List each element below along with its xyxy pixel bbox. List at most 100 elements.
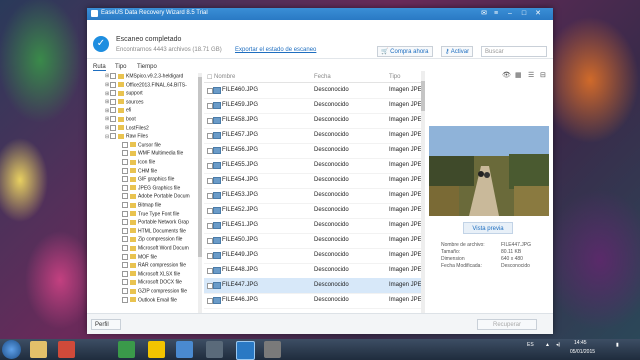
show-desktop-button[interactable]: ▮ xyxy=(616,342,619,348)
file-row[interactable]: FILE449.JPG Desconocido Imagen JPE xyxy=(204,248,424,264)
tab-tiempo[interactable]: Tiempo xyxy=(137,64,157,70)
language-indicator[interactable]: ES xyxy=(527,342,534,348)
tree-checkbox[interactable] xyxy=(110,73,116,79)
tree-item[interactable]: Icon file xyxy=(117,159,155,167)
file-row[interactable]: FILE457.JPG Desconocido Imagen JPE xyxy=(204,128,424,144)
tree-item[interactable]: Cursor file xyxy=(117,141,161,150)
tree-checkbox[interactable] xyxy=(110,116,116,122)
minimize-button[interactable]: – xyxy=(505,9,515,18)
file-row[interactable]: FILE455.JPG Desconocido Imagen JPE xyxy=(204,158,424,174)
tree-item[interactable]: RAR compression file xyxy=(117,262,186,270)
file-row[interactable]: FILE459.JPG Desconocido Imagen JPE xyxy=(204,98,424,114)
select-all-checkbox[interactable]: ☐ xyxy=(207,74,212,81)
file-row[interactable]: FILE453.JPG Desconocido Imagen JPE xyxy=(204,188,424,204)
maximize-button[interactable]: □ xyxy=(519,9,529,18)
chrome-taskbar-icon[interactable] xyxy=(118,341,135,358)
menu-icon[interactable]: ≡ xyxy=(491,9,501,18)
file-row[interactable]: FILE456.JPG Desconocido Imagen JPE xyxy=(204,143,424,159)
tree-item[interactable]: ⊞ LostFiles2 xyxy=(105,124,149,133)
file-row[interactable]: FILE460.JPG Desconocido Imagen JPE xyxy=(204,83,424,99)
tree-checkbox[interactable] xyxy=(122,288,128,294)
tree-checkbox[interactable] xyxy=(110,133,116,140)
eye-icon[interactable]: 👁 xyxy=(502,71,511,79)
tree-item[interactable]: True Type Font file xyxy=(117,210,179,219)
buy-now-button[interactable]: 🛒 Compra ahora xyxy=(377,46,433,57)
file-row[interactable]: FILE458.JPG Desconocido Imagen JPE xyxy=(204,113,424,129)
tree-item[interactable]: WMF Multimedia file xyxy=(117,150,183,158)
tree-checkbox[interactable] xyxy=(122,202,128,208)
tree-scrollbar-thumb[interactable] xyxy=(198,77,202,257)
tree-item[interactable]: Portable Network Grap xyxy=(117,219,189,227)
tree-checkbox[interactable] xyxy=(110,124,116,131)
tab-ruta[interactable]: Ruta xyxy=(93,64,106,71)
tree-item[interactable]: ⊞ efi xyxy=(105,107,131,115)
tab-tipo[interactable]: Tipo xyxy=(115,64,126,70)
volume-icon[interactable]: ◂) xyxy=(556,342,560,348)
tree-item[interactable]: Adobe Portable Docum xyxy=(117,193,190,201)
file-row[interactable]: FILE450.JPG Desconocido Imagen JPE xyxy=(204,233,424,249)
tree-checkbox[interactable] xyxy=(122,150,128,157)
tree-checkbox[interactable] xyxy=(122,279,128,286)
tree-checkbox[interactable] xyxy=(122,296,128,303)
tree-item[interactable]: ⊞ Office2013.FINAL.64.BITS- xyxy=(105,81,187,90)
tree-checkbox[interactable] xyxy=(122,141,128,148)
column-date[interactable]: Fecha xyxy=(314,74,331,80)
clock-date[interactable]: 05/01/2015 xyxy=(570,349,595,355)
tree-checkbox[interactable] xyxy=(110,90,116,97)
list-view-icon[interactable]: ☰ xyxy=(528,71,534,79)
tree-checkbox[interactable] xyxy=(122,219,128,226)
tree-item[interactable]: ⊞ boot xyxy=(105,116,136,124)
tree-item[interactable]: Microsoft XLSX file xyxy=(117,270,180,279)
tree-checkbox[interactable] xyxy=(110,107,116,114)
recover-button[interactable]: Recuperar xyxy=(477,319,537,330)
tree-item[interactable]: Zip compression file xyxy=(117,236,182,244)
tree-item[interactable]: MOF file xyxy=(117,253,157,262)
tree-scrollbar[interactable] xyxy=(198,73,202,313)
tree-item[interactable]: Outlook Email file xyxy=(117,296,177,305)
tree-checkbox[interactable] xyxy=(122,184,128,191)
back-button[interactable]: Perfil xyxy=(91,319,121,330)
tree-item[interactable]: Microsoft Word Docum xyxy=(117,245,189,253)
snipping-tool-taskbar-icon[interactable] xyxy=(206,341,223,358)
activate-button[interactable]: ⚷ Activar xyxy=(441,46,474,57)
explorer-taskbar-icon[interactable] xyxy=(30,341,47,358)
clock-time[interactable]: 14:45 xyxy=(574,340,587,346)
title-bar[interactable]: EaseUS Data Recovery Wizard 8.5 Trial ✉ … xyxy=(87,8,553,20)
tree-checkbox[interactable] xyxy=(122,227,128,234)
tree-checkbox[interactable] xyxy=(122,167,128,174)
file-row[interactable]: FILE447.JPG Desconocido Imagen JPE xyxy=(204,278,424,294)
tree-checkbox[interactable] xyxy=(122,253,128,260)
tree-item[interactable]: ⊞ KMSpico.v9.2.3-heldigard xyxy=(105,73,183,81)
tree-item[interactable]: GIF graphics file xyxy=(117,176,174,184)
tree-checkbox[interactable] xyxy=(122,159,128,165)
tree-checkbox[interactable] xyxy=(122,210,128,217)
tree-item[interactable]: JPEG Graphics file xyxy=(117,184,180,193)
details-view-icon[interactable]: ⊟ xyxy=(540,71,546,79)
file-list-scrollbar[interactable] xyxy=(421,71,425,313)
tree-item[interactable]: ⊟ Raw Files xyxy=(105,133,148,141)
tree-item[interactable]: Bitmap file xyxy=(117,202,161,210)
close-button[interactable]: ✕ xyxy=(533,9,543,18)
column-name[interactable]: Nombre xyxy=(214,74,235,80)
tree-checkbox[interactable] xyxy=(110,81,116,88)
tree-checkbox[interactable] xyxy=(122,176,128,183)
easeus-taskbar-icon[interactable] xyxy=(236,341,255,360)
tree-checkbox[interactable] xyxy=(122,270,128,277)
column-type[interactable]: Tipo xyxy=(389,74,400,80)
tree-checkbox[interactable] xyxy=(122,245,128,251)
tree-item[interactable]: ⊞ sources xyxy=(105,98,144,107)
tree-item[interactable]: CHM file xyxy=(117,167,157,176)
tree-item[interactable]: GZIP compression file xyxy=(117,288,187,296)
preview-button[interactable]: Vista previa xyxy=(463,222,513,234)
media-player-taskbar-icon[interactable] xyxy=(58,341,75,358)
tree-checkbox[interactable] xyxy=(122,262,128,269)
file-list-scrollbar-thumb[interactable] xyxy=(421,81,425,111)
export-scan-link[interactable]: Exportar el estado de escaneo xyxy=(235,47,316,53)
tree-checkbox[interactable] xyxy=(110,98,116,105)
printer-taskbar-icon[interactable] xyxy=(264,341,281,358)
paint-taskbar-icon[interactable] xyxy=(176,341,193,358)
grid-view-icon[interactable]: ▦ xyxy=(515,71,522,79)
file-row[interactable]: FILE451.JPG Desconocido Imagen JPE xyxy=(204,218,424,234)
start-button[interactable] xyxy=(2,340,21,359)
tree-checkbox[interactable] xyxy=(122,193,128,200)
